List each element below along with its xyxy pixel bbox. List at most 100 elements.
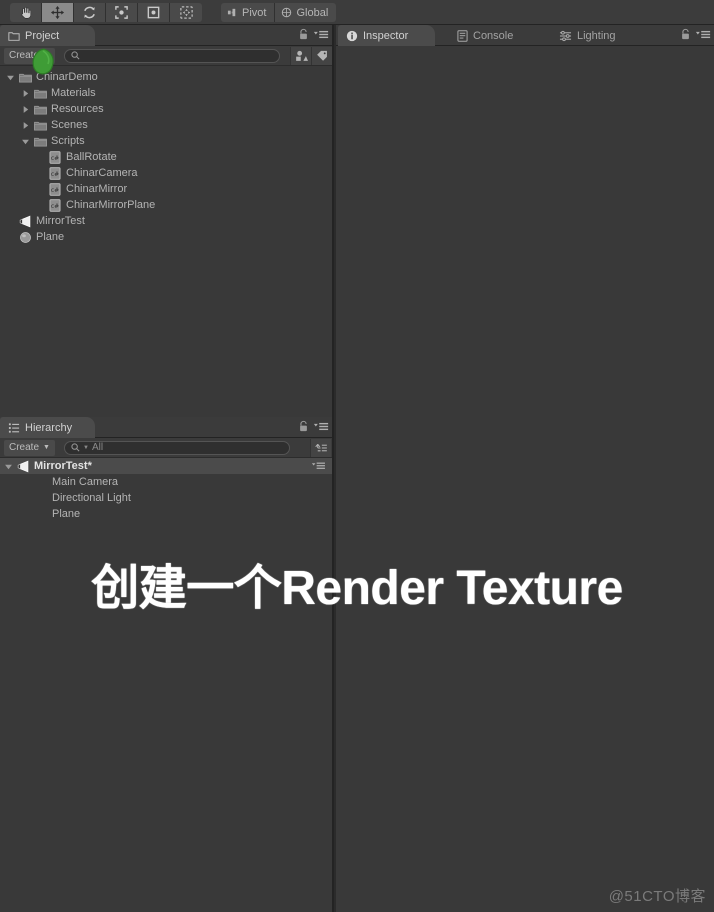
panel-menu-icon[interactable] [313,421,329,432]
hand-tool-button[interactable] [10,3,42,22]
folder-icon [33,137,47,146]
tab-inspector[interactable]: Inspector [338,25,435,46]
inspector-panel: Lighting Console Inspector @51CTO博客 [336,25,714,912]
move-tool-button[interactable] [42,3,74,22]
scene-icon [19,215,30,227]
chevron-down-icon[interactable] [21,137,30,146]
search-icon [71,443,80,452]
folder-icon [32,104,48,115]
csharp-script-icon: c# [47,166,63,180]
project-tree-row[interactable]: Materials [0,85,332,101]
panel-menu-icon[interactable] [695,29,711,40]
folder-icon [33,105,47,114]
scale-icon [115,6,128,19]
console-icon [457,29,468,42]
tree-arrow[interactable] [2,462,15,471]
lock-icon[interactable] [298,28,309,41]
svg-text:c#: c# [51,203,59,209]
scene-icon [17,460,28,472]
chevron-right-icon[interactable] [21,105,30,114]
global-button[interactable]: Global [275,3,337,22]
scene-context-menu-icon[interactable] [311,461,326,474]
tree-arrow[interactable] [19,89,32,98]
tab-hierarchy[interactable]: Hierarchy [0,417,95,438]
chevron-down-icon[interactable] [6,73,15,82]
project-tree-row[interactable]: ChinarDemo [0,69,332,85]
project-search-input[interactable] [64,48,280,63]
folder-icon [33,89,47,98]
lighting-icon [559,30,572,41]
csharp-script-icon: c# [49,166,61,180]
project-tree-row[interactable]: c# ChinarMirrorPlane [0,197,332,213]
project-toolbar: Create ▼ [0,46,332,66]
project-tree-row[interactable]: MirrorTest [0,213,332,229]
chevron-right-icon[interactable] [21,89,30,98]
svg-text:c#: c# [51,187,59,193]
project-tabbar: Project [0,25,332,46]
project-tree-row-label: Resources [51,103,104,115]
chevron-right-icon[interactable] [21,121,30,130]
hierarchy-tab-right-icons [298,420,329,433]
hierarchy-tree-row[interactable]: Directional Light [0,490,332,506]
hierarchy-tree-row[interactable]: Plane [0,506,332,522]
project-create-button[interactable]: Create ▼ [4,47,55,64]
folder-icon [32,136,48,147]
hierarchy-tree-row[interactable]: MirrorTest* [0,458,332,474]
lock-icon[interactable] [680,28,691,41]
hierarchy-create-button[interactable]: Create ▼ [4,439,55,456]
chevron-down-icon[interactable] [4,462,13,471]
pivot-button[interactable]: Pivot [221,3,276,22]
svg-text:c#: c# [51,155,59,161]
hierarchy-search-input[interactable]: ▼ All [64,440,290,455]
lighting-icon [559,30,572,42]
transform-icon [179,6,193,19]
search-dropdown-arrow-icon[interactable]: ▼ [83,445,89,451]
project-tree: ChinarDemo Materials Resources Scenes Script… [0,66,332,245]
hierarchy-tree-row[interactable]: Main Camera [0,474,332,490]
project-tree-row[interactable]: Resources [0,101,332,117]
scale-tool-button[interactable] [106,3,138,22]
project-filter-label-button[interactable] [311,47,332,65]
transform-tools-group [10,3,202,22]
rect-icon [147,6,160,19]
project-tree-row-label: Materials [51,87,96,99]
project-tree-row-label: ChinarDemo [36,71,98,83]
csharp-script-icon: c# [47,182,63,196]
info-icon [346,30,358,41]
tab-lighting[interactable]: Lighting [551,25,643,46]
watermark: @51CTO博客 [608,888,706,905]
inspector-tabbar: Lighting Console Inspector [336,25,714,46]
tree-arrow[interactable] [19,137,32,146]
main-toolbar: Pivot Global [0,0,714,25]
hierarchy-icon [8,422,20,433]
project-tree-row[interactable]: Scripts [0,133,332,149]
hierarchy-sort-button[interactable] [310,439,331,457]
project-tree-row[interactable]: c# ChinarCamera [0,165,332,181]
tree-arrow[interactable] [19,105,32,114]
project-tree-row[interactable]: Plane [0,229,332,245]
project-filter-type-button[interactable] [290,47,311,65]
project-tree-row[interactable]: Scenes [0,117,332,133]
rotate-tool-button[interactable] [74,3,106,22]
project-tree-row-label: Scripts [51,135,85,147]
project-tree-row-label: Plane [36,231,65,243]
folder-icon [32,120,48,131]
tab-project[interactable]: Project [0,25,95,46]
tree-arrow[interactable] [4,73,17,82]
hierarchy-search-value: All [91,442,104,453]
project-tree-row[interactable]: c# BallRotate [0,149,332,165]
lock-icon[interactable] [298,420,309,433]
tree-arrow[interactable] [19,121,32,130]
panel-menu-icon[interactable] [313,29,329,40]
tab-console[interactable]: Console [449,25,537,46]
console-icon [457,29,468,42]
project-tree-row-label: MirrorTest [36,215,85,227]
tab-console-label: Console [473,29,514,42]
project-tree-row[interactable]: c# ChinarMirror [0,181,332,197]
hierarchy-toolbar: Create ▼ ▼ All [0,438,332,458]
transform-tool-button[interactable] [170,3,202,22]
folder-icon [8,31,20,41]
prefab-sphere-icon [19,231,31,243]
rect-tool-button[interactable] [138,3,170,22]
inspector-tab-right-icons [680,28,711,41]
